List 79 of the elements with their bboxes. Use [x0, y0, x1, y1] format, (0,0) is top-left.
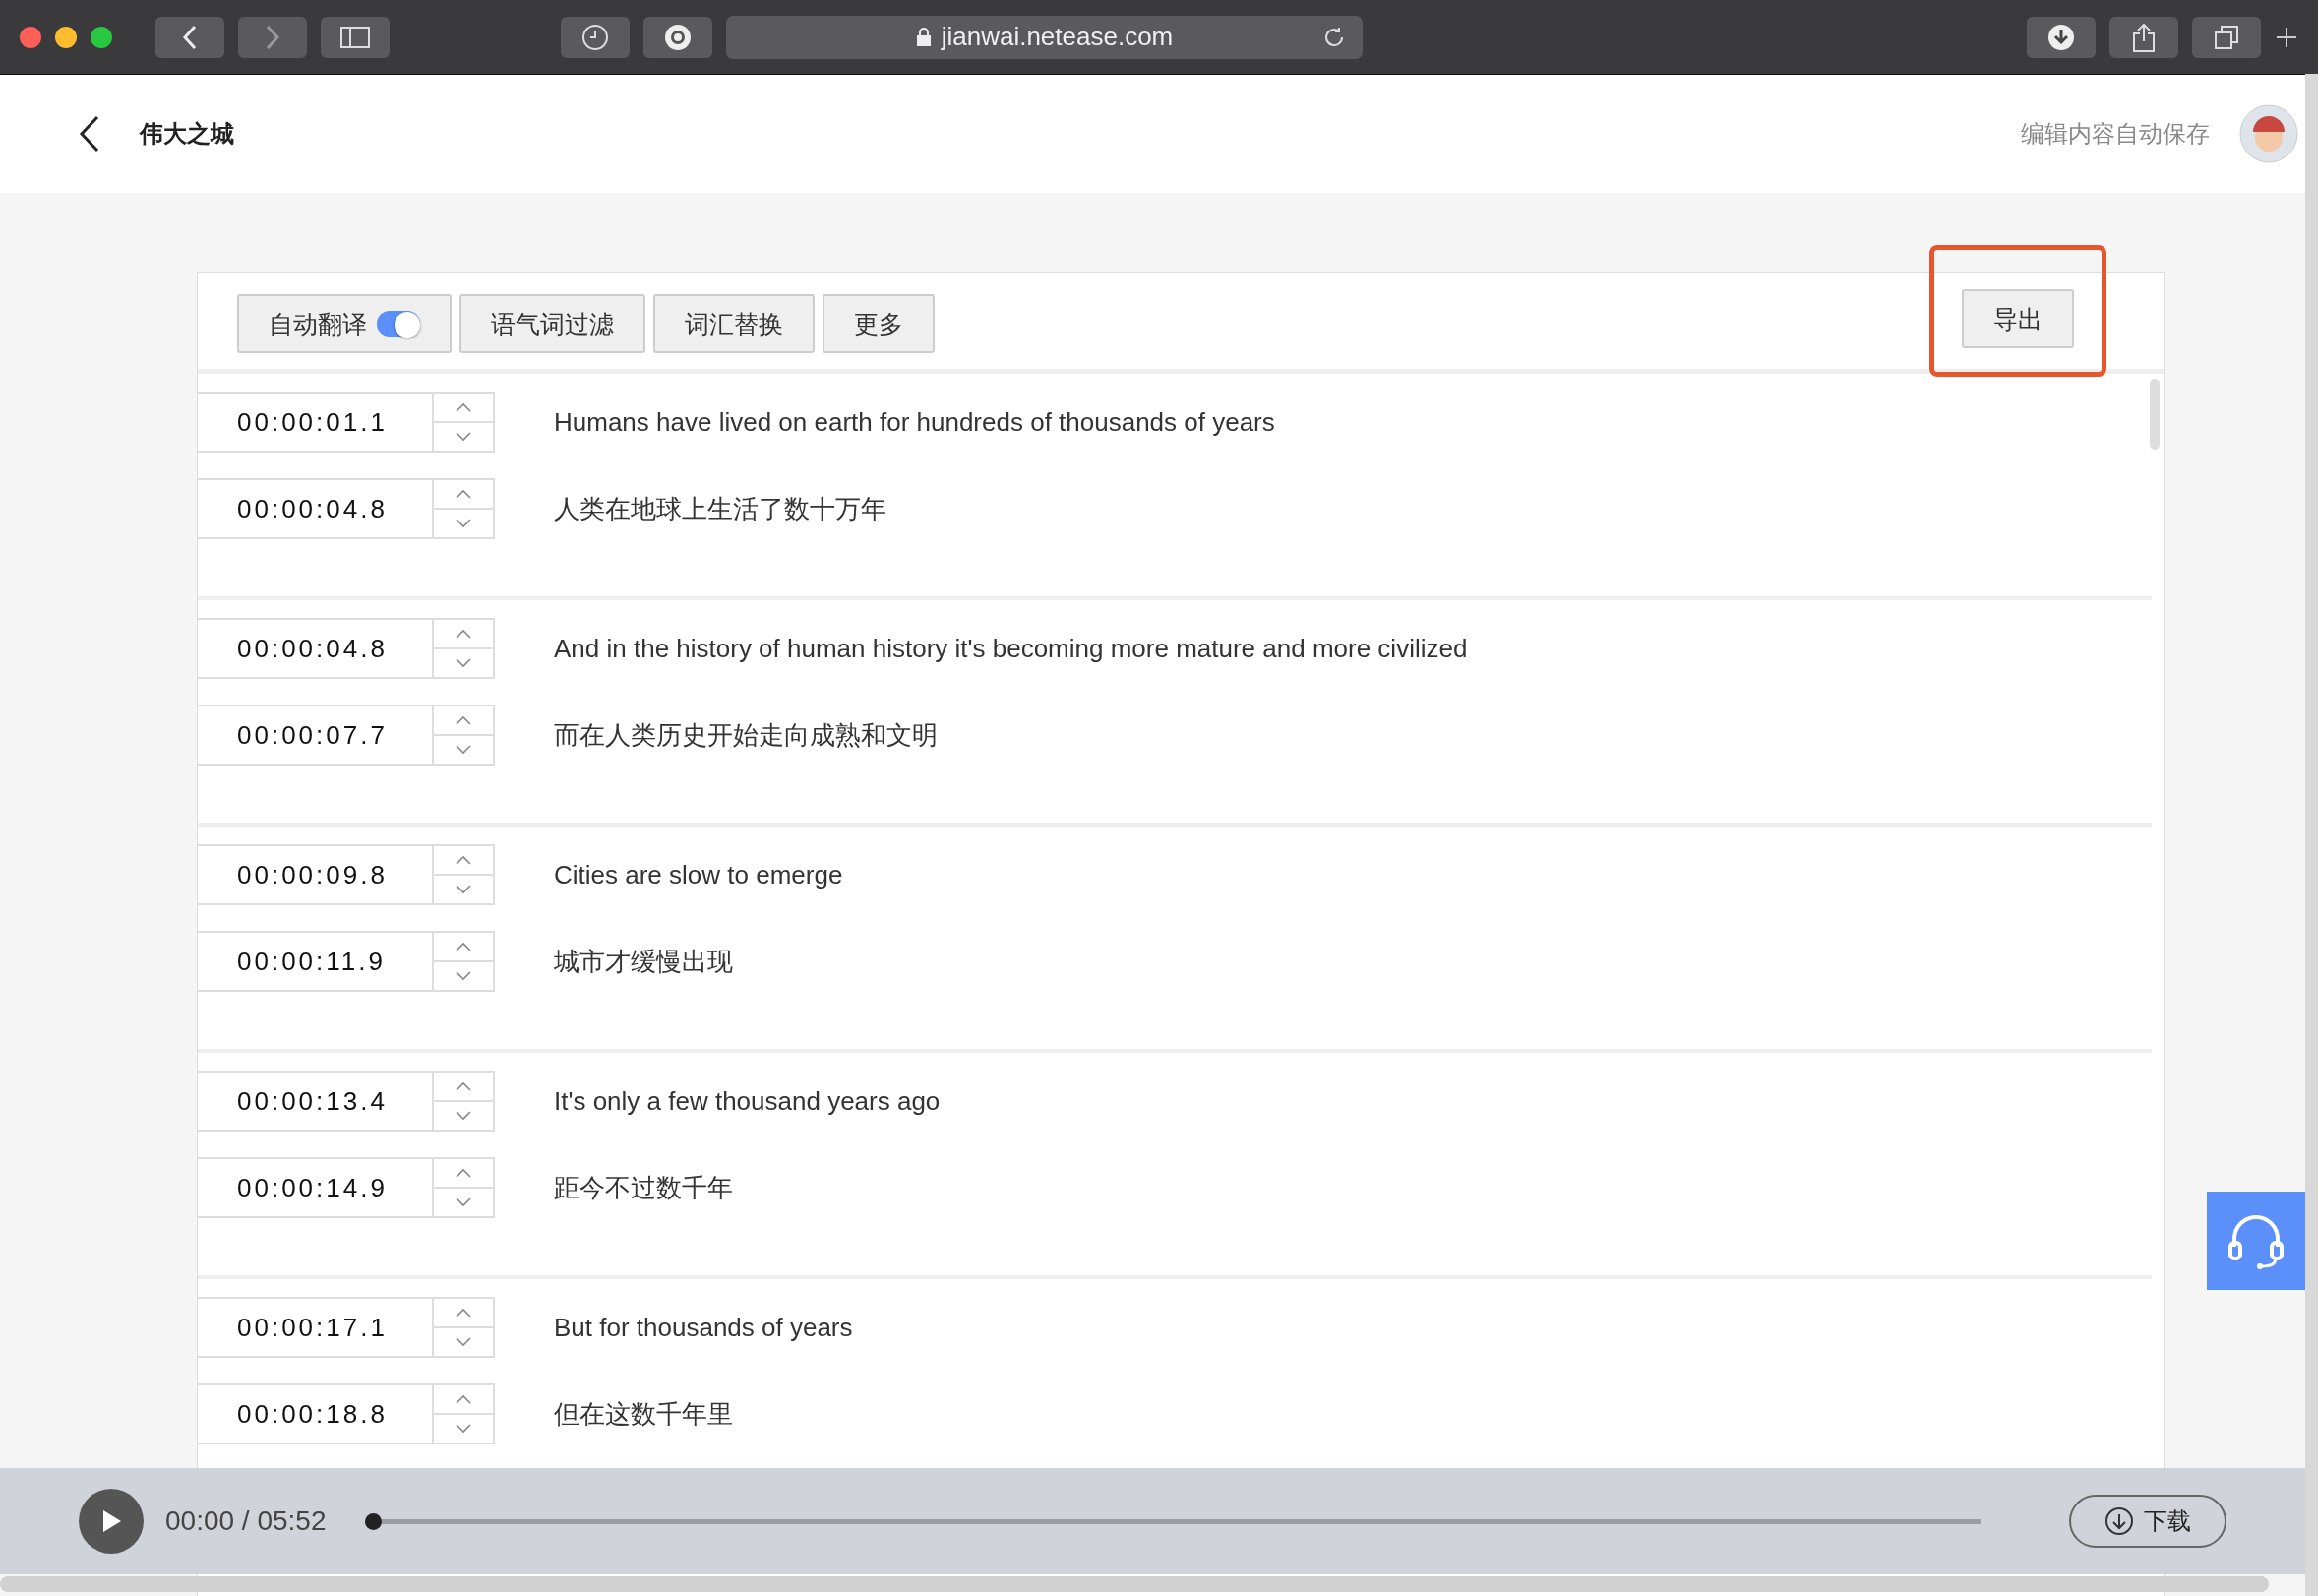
time-field[interactable]: 00:00:09.8	[198, 844, 495, 905]
time-field[interactable]: 00:00:04.8	[198, 478, 495, 539]
chevron-up-icon	[456, 855, 471, 865]
time-field[interactable]: 00:00:13.4	[198, 1071, 495, 1132]
chevron-down-icon	[456, 1197, 471, 1207]
toolbar-button[interactable]: 更多	[823, 294, 935, 353]
chevron-up-icon	[456, 942, 471, 951]
forward-button[interactable]	[238, 16, 307, 58]
chevron-up-icon	[456, 1081, 471, 1091]
subtitle-text: But for thousands of years	[554, 1312, 853, 1343]
address-bar[interactable]: jianwai.netease.com	[726, 15, 1363, 59]
chevron-down-icon	[456, 432, 471, 442]
chevron-left-icon	[181, 24, 199, 50]
history-button[interactable]	[561, 16, 630, 58]
download-icon	[2047, 23, 2075, 51]
chevron-up-icon	[456, 715, 471, 725]
subtitle-text: And in the history of human history it's becoming more mature and more civilized	[554, 633, 1468, 664]
translation-text: 距今不过数千年	[554, 1171, 733, 1204]
chevron-down-icon	[456, 1111, 471, 1121]
disc-icon	[663, 22, 693, 52]
close-window-icon[interactable]	[20, 26, 41, 48]
time-field[interactable]: 00:00:17.1	[198, 1297, 495, 1358]
chevron-up-icon	[456, 629, 471, 639]
tabs-icon	[2214, 24, 2239, 50]
chevron-down-icon	[456, 1337, 471, 1347]
page-title: 伟大之城	[140, 119, 234, 149]
new-tab-icon[interactable]	[2275, 25, 2298, 49]
progress-thumb[interactable]	[365, 1512, 383, 1530]
translation-text: 但在这数千年里	[554, 1397, 733, 1431]
extension-button[interactable]	[643, 16, 712, 58]
translation-text: 人类在地球上生活了数十万年	[554, 492, 886, 525]
downloads-button[interactable]	[2027, 16, 2096, 58]
time-field[interactable]: 00:00:11.9	[198, 931, 495, 992]
minimize-window-icon[interactable]	[55, 26, 77, 48]
chevron-down-icon	[456, 885, 471, 894]
translation-text: 城市才缓慢出现	[554, 945, 733, 978]
download-icon	[2104, 1506, 2134, 1536]
translation-text: 而在人类历史开始走向成熟和文明	[554, 718, 938, 752]
zoom-window-icon[interactable]	[91, 26, 112, 48]
subtitle-text: Humans have lived on earth for hundreds of thousands of years	[554, 406, 1275, 438]
chevron-up-icon	[456, 1308, 471, 1318]
auto-translate-toggle[interactable]: 自动翻译	[237, 294, 452, 353]
sidebar-button[interactable]	[321, 16, 390, 58]
time-field[interactable]: 00:00:01.1	[198, 392, 495, 453]
chevron-right-icon	[264, 24, 281, 50]
subtitle-text: Cities are slow to emerge	[554, 859, 843, 890]
tabs-button[interactable]	[2192, 16, 2261, 58]
clock-icon	[581, 23, 609, 51]
chevron-down-icon	[456, 745, 471, 755]
avatar[interactable]	[2239, 104, 2298, 163]
toolbar-button[interactable]: 语气词过滤	[459, 294, 645, 353]
chevron-down-icon	[456, 658, 471, 668]
sidebar-icon	[340, 26, 370, 48]
vertical-scrollbar[interactable]	[2305, 74, 2318, 1596]
chevron-down-icon	[456, 519, 471, 528]
horizontal-scrollbar[interactable]	[0, 1576, 2269, 1592]
time-field[interactable]: 00:00:18.8	[198, 1383, 495, 1444]
chevron-up-icon	[456, 489, 471, 499]
chevron-down-icon	[456, 971, 471, 981]
time-field[interactable]: 00:00:04.8	[198, 618, 495, 679]
time-field[interactable]: 00:00:07.7	[198, 705, 495, 766]
export-button[interactable]: 导出	[1962, 289, 2074, 348]
url-text: jianwai.netease.com	[941, 22, 1174, 52]
share-icon	[2132, 22, 2156, 52]
chevron-up-icon	[456, 402, 471, 412]
back-button[interactable]	[155, 16, 224, 58]
chevron-up-icon	[456, 1168, 471, 1178]
chevron-up-icon	[456, 1394, 471, 1404]
share-button[interactable]	[2109, 16, 2178, 58]
scrollbar-thumb[interactable]	[2150, 379, 2160, 450]
chevron-down-icon	[456, 1424, 471, 1434]
subtitle-text: It's only a few thousand years ago	[554, 1085, 941, 1117]
lock-icon	[915, 27, 932, 47]
playback-time: 00:00 / 05:52	[165, 1505, 327, 1537]
download-button[interactable]: 下载	[2069, 1495, 2226, 1548]
autosave-status: 编辑内容自动保存	[2021, 119, 2210, 149]
support-button[interactable]	[2207, 1192, 2305, 1290]
toolbar-button[interactable]: 词汇替换	[653, 294, 815, 353]
time-field[interactable]: 00:00:14.9	[198, 1157, 495, 1218]
